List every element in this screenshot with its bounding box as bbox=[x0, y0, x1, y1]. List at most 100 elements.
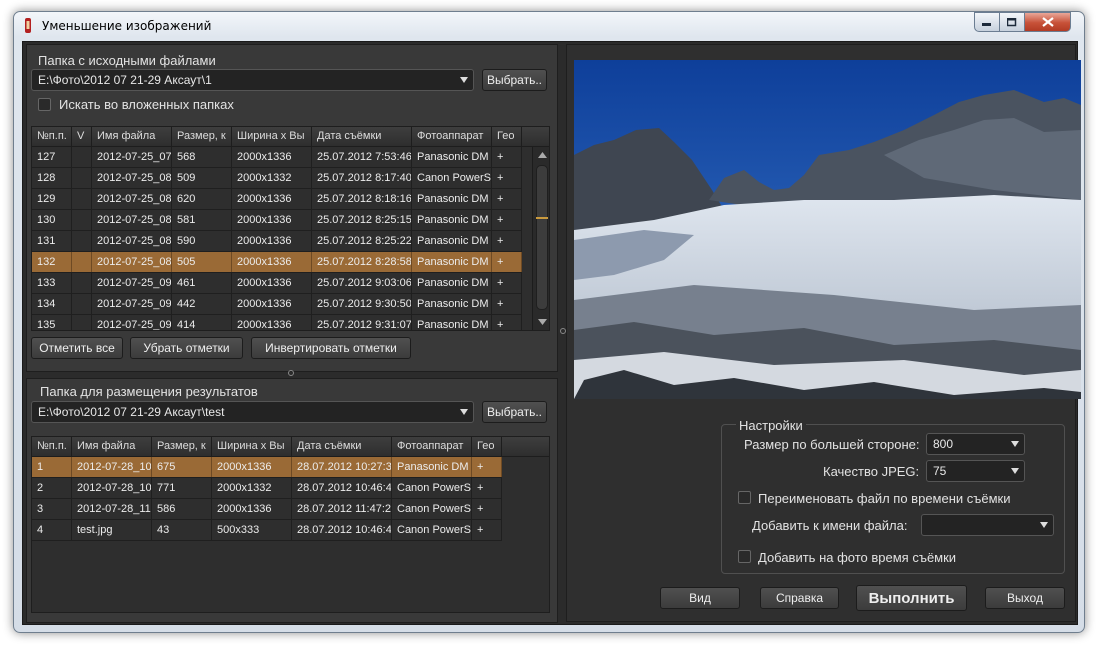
table-cell: + bbox=[492, 147, 522, 167]
unmark-button[interactable]: Убрать отметки bbox=[130, 337, 243, 359]
table-cell bbox=[72, 294, 92, 314]
table-cell: 25.07.2012 8:25:15 bbox=[312, 210, 412, 230]
source-table-header: №п.п. V Имя файла Размер, к Ширина x Вы Дата … bbox=[32, 127, 549, 147]
table-cell: 509 bbox=[172, 168, 232, 188]
table-cell: Canon PowerS bbox=[392, 478, 472, 498]
source-browse-button[interactable]: Выбрать.. bbox=[482, 69, 547, 91]
invert-marks-button[interactable]: Инвертировать отметки bbox=[251, 337, 411, 359]
column-header[interactable]: Дата съёмки bbox=[312, 127, 412, 146]
table-row[interactable]: 128 2012-07-25_08 509 2000x1332 25.07.2012 8… bbox=[32, 168, 522, 189]
jpeg-quality-label: Качество JPEG: bbox=[823, 464, 920, 479]
help-button[interactable]: Справка bbox=[760, 587, 839, 609]
column-header[interactable]: №п.п. bbox=[32, 127, 72, 146]
column-header[interactable]: Размер, к bbox=[152, 437, 212, 456]
subfolders-checkbox[interactable] bbox=[38, 98, 51, 111]
column-header[interactable]: Гео bbox=[492, 127, 522, 146]
table-cell bbox=[72, 189, 92, 209]
minimize-button[interactable] bbox=[974, 12, 1000, 32]
table-row[interactable]: 135 2012-07-25_09 414 2000x1336 25.07.2012 9… bbox=[32, 315, 522, 330]
scrollbar-thumb[interactable] bbox=[536, 165, 548, 310]
horizontal-splitter-handle[interactable] bbox=[288, 370, 294, 376]
max-side-select[interactable]: 800 bbox=[926, 433, 1025, 455]
column-header[interactable]: Имя файла bbox=[72, 437, 152, 456]
table-cell: + bbox=[492, 252, 522, 272]
dest-browse-button[interactable]: Выбрать.. bbox=[482, 401, 547, 423]
table-cell: Panasonic DM bbox=[412, 231, 492, 251]
column-header[interactable]: №п.п. bbox=[32, 437, 72, 456]
table-cell: 2012-07-25_09 bbox=[92, 315, 172, 330]
column-header[interactable]: Дата съёмки bbox=[292, 437, 392, 456]
table-cell: Panasonic DM bbox=[412, 315, 492, 330]
app-window: Уменьшение изображений Папка с исходными… bbox=[13, 11, 1085, 633]
title-bar[interactable]: Уменьшение изображений bbox=[14, 12, 1084, 40]
table-cell: 2000x1336 bbox=[232, 294, 312, 314]
suffix-combo[interactable] bbox=[921, 514, 1054, 536]
maximize-icon bbox=[1007, 17, 1017, 26]
maximize-button[interactable] bbox=[1000, 12, 1025, 32]
column-header[interactable]: Ширина x Вы bbox=[212, 437, 292, 456]
table-cell: 2012-07-28_11 bbox=[72, 499, 152, 519]
table-cell bbox=[72, 252, 92, 272]
table-cell: 2012-07-25_08 bbox=[92, 168, 172, 188]
column-header[interactable]: Фотоаппарат bbox=[392, 437, 472, 456]
exit-button[interactable]: Выход bbox=[985, 587, 1065, 609]
table-cell: 581 bbox=[172, 210, 232, 230]
table-row[interactable]: 4 test.jpg 43 500x333 28.07.2012 10:46:4 Cano… bbox=[32, 520, 502, 541]
table-row[interactable]: 132 2012-07-25_08 505 2000x1336 25.07.2012 8… bbox=[32, 252, 522, 273]
table-cell: test.jpg bbox=[72, 520, 152, 540]
jpeg-quality-select[interactable]: 75 bbox=[926, 460, 1025, 482]
table-cell: 500x333 bbox=[212, 520, 292, 540]
table-row[interactable]: 127 2012-07-25_07 568 2000x1336 25.07.2012 7… bbox=[32, 147, 522, 168]
rename-checkbox[interactable] bbox=[738, 491, 751, 504]
close-icon bbox=[1041, 17, 1054, 27]
dest-file-table[interactable]: №п.п. Имя файла Размер, к Ширина x Вы Дата с… bbox=[31, 436, 550, 613]
table-cell: 25.07.2012 9:30:50 bbox=[312, 294, 412, 314]
scroll-up-icon[interactable] bbox=[533, 149, 550, 161]
source-table-scrollbar[interactable] bbox=[532, 147, 550, 330]
run-button[interactable]: Выполнить bbox=[856, 585, 967, 611]
table-cell: Panasonic DM bbox=[412, 147, 492, 167]
table-cell: 590 bbox=[172, 231, 232, 251]
column-header[interactable]: Имя файла bbox=[92, 127, 172, 146]
column-header[interactable]: V bbox=[72, 127, 92, 146]
column-header[interactable]: Гео bbox=[472, 437, 502, 456]
dest-folder-combo[interactable]: E:\Фото\2012 07 21-29 Аксаут\test bbox=[31, 401, 474, 423]
table-cell: 2000x1336 bbox=[232, 210, 312, 230]
table-row[interactable]: 134 2012-07-25_09 442 2000x1336 25.07.2012 9… bbox=[32, 294, 522, 315]
table-cell: 2012-07-25_08 bbox=[92, 210, 172, 230]
stamp-label: Добавить на фото время съёмки bbox=[758, 550, 957, 565]
source-file-table[interactable]: №п.п. V Имя файла Размер, к Ширина x Вы Дата … bbox=[31, 126, 550, 331]
table-row[interactable]: 2 2012-07-28_10 771 2000x1332 28.07.2012 10:… bbox=[32, 478, 502, 499]
table-row[interactable]: 133 2012-07-25_09 461 2000x1336 25.07.2012 9… bbox=[32, 273, 522, 294]
table-cell: 132 bbox=[32, 252, 72, 272]
scroll-down-icon[interactable] bbox=[533, 316, 550, 328]
table-cell: + bbox=[492, 168, 522, 188]
table-row[interactable]: 3 2012-07-28_11 586 2000x1336 28.07.2012 11:… bbox=[32, 499, 502, 520]
table-cell: 129 bbox=[32, 189, 72, 209]
table-cell: 2000x1332 bbox=[232, 168, 312, 188]
table-row[interactable]: 131 2012-07-25_08 590 2000x1336 25.07.2012 8… bbox=[32, 231, 522, 252]
mark-all-button[interactable]: Отметить все bbox=[31, 337, 123, 359]
settings-group-label: Настройки bbox=[736, 418, 806, 433]
source-folder-value: E:\Фото\2012 07 21-29 Аксаут\1 bbox=[38, 73, 212, 87]
table-cell: 2012-07-25_09 bbox=[92, 294, 172, 314]
source-folder-combo[interactable]: E:\Фото\2012 07 21-29 Аксаут\1 bbox=[31, 69, 474, 91]
table-cell: 25.07.2012 8:28:58 bbox=[312, 252, 412, 272]
table-cell: 771 bbox=[152, 478, 212, 498]
close-button[interactable] bbox=[1025, 12, 1071, 32]
view-button[interactable]: Вид bbox=[660, 587, 740, 609]
table-row[interactable]: 130 2012-07-25_08 581 2000x1336 25.07.2012 8… bbox=[32, 210, 522, 231]
column-header[interactable]: Размер, к bbox=[172, 127, 232, 146]
table-row[interactable]: 1 2012-07-28_10 675 2000x1336 28.07.2012 10:… bbox=[32, 457, 502, 478]
table-cell: 4 bbox=[32, 520, 72, 540]
column-header[interactable]: Ширина x Вы bbox=[232, 127, 312, 146]
stamp-checkbox[interactable] bbox=[738, 550, 751, 563]
dest-panel: Папка для размещения результатов E:\Фото… bbox=[26, 378, 558, 623]
subfolders-label: Искать во вложенных папках bbox=[59, 97, 234, 112]
table-cell: + bbox=[492, 273, 522, 293]
column-header[interactable]: Фотоаппарат bbox=[412, 127, 492, 146]
table-row[interactable]: 129 2012-07-25_08 620 2000x1336 25.07.2012 8… bbox=[32, 189, 522, 210]
table-cell: Panasonic DM bbox=[412, 252, 492, 272]
table-cell: 2012-07-25_08 bbox=[92, 231, 172, 251]
table-cell: + bbox=[472, 478, 502, 498]
